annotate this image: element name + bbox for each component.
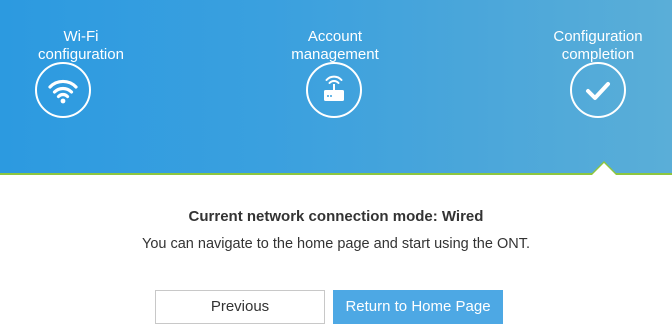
previous-button[interactable]: Previous	[155, 290, 325, 324]
wizard-header: Wi-Fi configuration Account management C	[0, 0, 672, 175]
step-label-line2: configuration	[38, 46, 124, 63]
return-home-button[interactable]: Return to Home Page	[333, 290, 503, 324]
active-step-pointer	[592, 163, 616, 175]
wifi-icon	[35, 62, 91, 118]
completion-description: You can navigate to the home page and st…	[141, 236, 530, 252]
router-icon	[306, 62, 362, 118]
step-label-line1: Account	[307, 28, 363, 45]
step-label-line1: Wi-Fi	[63, 28, 99, 45]
checkmark-icon	[570, 62, 626, 118]
progress-line	[0, 173, 672, 175]
step-configuration-completion: Configuration completion	[523, 28, 672, 64]
step-label-line1: Configuration	[553, 28, 643, 45]
connection-mode-title: Current network connection mode: Wired	[188, 208, 484, 225]
step-label: Wi-Fi configuration	[6, 28, 156, 64]
step-label: Configuration completion	[523, 28, 672, 64]
step-label: Account management	[260, 28, 410, 64]
step-account-management: Account management	[260, 28, 410, 64]
step-wifi-configuration: Wi-Fi configuration	[6, 28, 156, 64]
